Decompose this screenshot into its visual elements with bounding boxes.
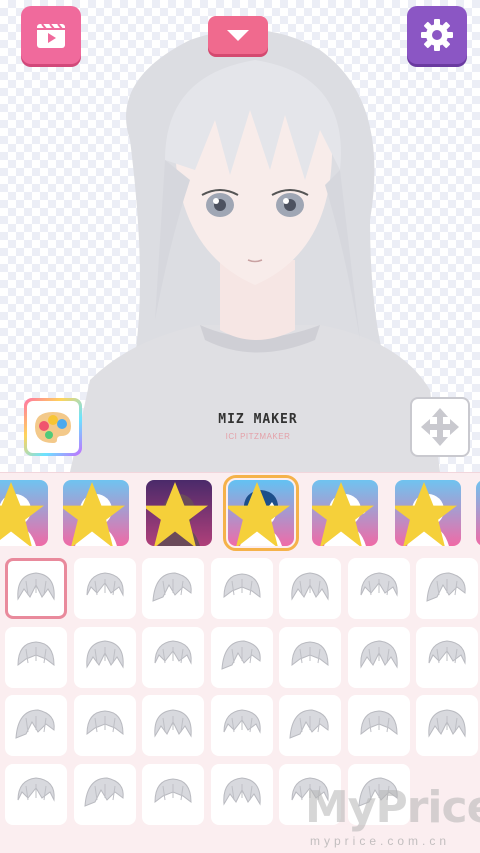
- category-next[interactable]: [476, 480, 480, 546]
- hair-style-icon: [222, 777, 261, 806]
- hair-item[interactable]: [210, 626, 273, 688]
- settings-button[interactable]: [407, 6, 467, 64]
- shirt-print-subtext: ICI PITZMAKER: [225, 432, 291, 441]
- hair-item[interactable]: [142, 558, 204, 619]
- watermark: MyPrice: [305, 782, 480, 833]
- category-face-plain[interactable]: [395, 480, 461, 546]
- watermark-subtext: myprice.com.cn: [310, 834, 451, 848]
- hair-item[interactable]: [5, 558, 67, 619]
- hair-item[interactable]: [279, 695, 341, 756]
- shirt-print-text: MIZ MAKER: [218, 412, 298, 427]
- hair-style-icon: [359, 709, 398, 735]
- collapse-panel-button[interactable]: [208, 16, 268, 54]
- hair-style-icon: [289, 708, 329, 739]
- category-face-blush[interactable]: [63, 480, 129, 546]
- hair-style-icon: [85, 640, 124, 669]
- hair-item[interactable]: [279, 626, 341, 688]
- hair-style-icon: [85, 709, 124, 735]
- category-face-ears[interactable]: [312, 480, 378, 546]
- star-icon: [312, 482, 374, 546]
- hair-style-icon: [220, 640, 261, 670]
- category-strip: [0, 472, 480, 552]
- hair-style-icon: [154, 708, 192, 738]
- hair-item[interactable]: [347, 558, 410, 619]
- star-icon: [146, 482, 208, 546]
- hair-item[interactable]: [142, 763, 204, 825]
- move-button[interactable]: [410, 397, 470, 457]
- hair-item[interactable]: [142, 626, 204, 688]
- hair-style-icon: [17, 641, 55, 667]
- star-icon: [395, 482, 457, 546]
- star-icon: [63, 482, 125, 546]
- star-icon: [0, 482, 44, 546]
- hair-item[interactable]: [73, 695, 136, 756]
- hair-item[interactable]: [210, 695, 273, 756]
- hair-item[interactable]: [416, 626, 478, 688]
- hair-style-icon: [426, 571, 466, 602]
- video-button[interactable]: [21, 6, 81, 64]
- hair-style-icon: [359, 640, 398, 669]
- gear-icon: [421, 19, 453, 51]
- hair-item[interactable]: [73, 626, 136, 688]
- chevron-down-icon: [227, 30, 249, 41]
- hair-item[interactable]: [142, 695, 204, 756]
- hair-style-icon: [154, 640, 192, 665]
- hair-style-icon: [17, 777, 55, 802]
- hair-item[interactable]: [5, 763, 67, 825]
- star-icon: [228, 482, 290, 546]
- hair-style-icon: [83, 777, 124, 807]
- hair-item[interactable]: [210, 763, 273, 825]
- hair-item[interactable]: [210, 558, 273, 619]
- hair-item[interactable]: [416, 558, 478, 619]
- hair-style-icon: [152, 571, 192, 602]
- hair-item[interactable]: [5, 695, 67, 756]
- category-face-dark[interactable]: [146, 480, 212, 546]
- hair-style-icon: [360, 571, 398, 597]
- video-icon: [37, 23, 65, 48]
- character-illustration: [70, 29, 440, 472]
- hair-style-icon: [428, 640, 466, 665]
- hair-style-icon: [222, 572, 261, 598]
- hair-style-icon: [15, 708, 55, 739]
- hair-style-icon: [223, 708, 261, 734]
- hair-item[interactable]: [73, 763, 136, 825]
- hair-style-icon: [154, 778, 192, 804]
- character-preview: MIZ MAKER ICI PITZMAKER: [70, 20, 440, 472]
- hair-item[interactable]: [5, 626, 67, 688]
- hair-style-icon: [17, 571, 55, 601]
- hair-style-icon: [291, 641, 329, 667]
- hair-item[interactable]: [347, 626, 410, 688]
- palette-icon: [35, 412, 71, 443]
- hair-style-icon: [291, 571, 329, 601]
- category-face-base[interactable]: [0, 480, 48, 546]
- hair-style-icon: [428, 708, 466, 738]
- hair-item[interactable]: [347, 695, 410, 756]
- hair-item[interactable]: [73, 558, 136, 619]
- color-palette-button[interactable]: [24, 398, 82, 456]
- hair-item[interactable]: [416, 695, 478, 756]
- hair-style-icon: [86, 571, 124, 597]
- category-hair[interactable]: [223, 475, 299, 551]
- move-arrows-icon: [421, 408, 459, 446]
- hair-item[interactable]: [279, 558, 341, 619]
